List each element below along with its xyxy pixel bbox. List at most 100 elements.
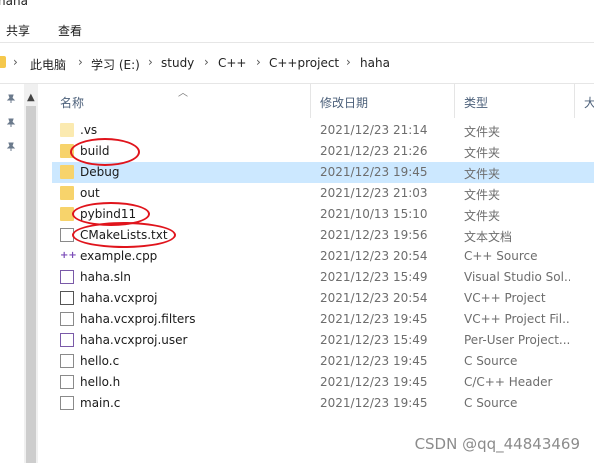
file-row[interactable]: Debug 2021/12/23 19:45 文件夹 bbox=[52, 162, 594, 183]
tab-view[interactable]: 查看 bbox=[58, 22, 82, 39]
solution-file-icon bbox=[60, 270, 74, 284]
column-type[interactable]: 类型 bbox=[464, 94, 488, 111]
file-row[interactable]: haha.vcxproj 2021/12/23 20:54 VC++ Proje… bbox=[52, 288, 594, 309]
file-name: hello.h bbox=[80, 375, 121, 389]
title-ribbon-area: haha 共享 查看 bbox=[0, 0, 594, 42]
crumb-haha[interactable]: haha bbox=[360, 56, 390, 70]
pin-icon[interactable] bbox=[6, 94, 16, 104]
nav-scrollbar[interactable]: ▲ bbox=[24, 84, 38, 463]
file-row[interactable]: main.c 2021/12/23 19:45 C Source bbox=[52, 393, 594, 414]
chevron-right-icon[interactable]: › bbox=[256, 55, 261, 69]
file-name: haha.vcxproj.user bbox=[80, 333, 188, 347]
column-divider[interactable] bbox=[310, 84, 311, 118]
folder-icon bbox=[60, 186, 74, 200]
file-type: VC++ Project Fil... bbox=[464, 312, 570, 326]
filters-file-icon bbox=[60, 312, 74, 326]
file-name: haha.sln bbox=[80, 270, 131, 284]
crumb-drive-e[interactable]: 学习 (E:) bbox=[91, 56, 140, 73]
breadcrumb[interactable]: › 此电脑 › 学习 (E:) › study › C++ › C++proje… bbox=[0, 52, 594, 76]
file-row[interactable]: ++ example.cpp 2021/12/23 20:54 C++ Sour… bbox=[52, 246, 594, 267]
chevron-right-icon[interactable]: › bbox=[204, 55, 209, 69]
file-row[interactable]: haha.sln 2021/12/23 15:49 Visual Studio … bbox=[52, 267, 594, 288]
file-type: 文件夹 bbox=[464, 188, 501, 202]
file-type: Visual Studio Sol... bbox=[464, 270, 570, 284]
crumb-study[interactable]: study bbox=[161, 56, 194, 70]
column-divider[interactable] bbox=[454, 84, 455, 118]
scroll-up-icon[interactable]: ▲ bbox=[27, 92, 35, 103]
file-name: hello.c bbox=[80, 354, 120, 368]
file-type: 文件夹 bbox=[464, 125, 501, 139]
file-date: 2021/12/23 15:49 bbox=[320, 333, 428, 347]
crumb-cpp[interactable]: C++ bbox=[218, 56, 247, 70]
file-name: build bbox=[80, 144, 110, 158]
column-size[interactable]: 大 bbox=[584, 94, 594, 111]
folder-icon bbox=[60, 207, 74, 221]
file-date: 2021/12/23 19:56 bbox=[320, 228, 428, 242]
file-type: C/C++ Header bbox=[464, 375, 553, 389]
chevron-right-icon[interactable]: › bbox=[78, 55, 83, 69]
pin-icon[interactable] bbox=[6, 142, 16, 152]
file-row[interactable]: out 2021/12/23 21:03 文件夹 bbox=[52, 183, 594, 204]
navigation-pane bbox=[0, 84, 24, 463]
scroll-thumb[interactable] bbox=[26, 106, 36, 463]
file-date: 2021/12/23 19:45 bbox=[320, 375, 428, 389]
file-name: example.cpp bbox=[80, 249, 158, 263]
c-file-icon bbox=[60, 396, 74, 410]
file-date: 2021/12/23 21:26 bbox=[320, 144, 428, 158]
column-divider[interactable] bbox=[574, 84, 575, 118]
file-name: Debug bbox=[80, 165, 120, 179]
file-date: 2021/12/23 19:45 bbox=[320, 165, 428, 179]
file-type: C++ Source bbox=[464, 249, 538, 263]
file-name: .vs bbox=[80, 123, 98, 137]
file-type: 文件夹 bbox=[464, 146, 501, 160]
file-row[interactable]: hello.h 2021/12/23 19:45 C/C++ Header bbox=[52, 372, 594, 393]
chevron-right-icon[interactable]: › bbox=[346, 55, 351, 69]
cpp-file-icon: ++ bbox=[60, 250, 77, 261]
file-date: 2021/12/23 15:49 bbox=[320, 270, 428, 284]
c-file-icon bbox=[60, 354, 74, 368]
file-name: haha.vcxproj bbox=[80, 291, 158, 305]
file-type: 文件夹 bbox=[464, 167, 501, 181]
file-row[interactable]: haha.vcxproj.user 2021/12/23 15:49 Per-U… bbox=[52, 330, 594, 351]
file-name: out bbox=[80, 186, 100, 200]
crumb-cppproject[interactable]: C++project bbox=[269, 56, 339, 70]
file-type: C Source bbox=[464, 396, 518, 410]
folder-icon bbox=[60, 144, 74, 158]
file-row[interactable]: pybind11 2021/10/13 15:10 文件夹 bbox=[52, 204, 594, 225]
folder-icon bbox=[0, 56, 6, 68]
pin-icon[interactable] bbox=[6, 118, 16, 128]
column-date-modified[interactable]: 修改日期 bbox=[320, 94, 368, 111]
file-row[interactable]: hello.c 2021/12/23 19:45 C Source bbox=[52, 351, 594, 372]
window-title: haha bbox=[0, 0, 28, 8]
file-name: haha.vcxproj.filters bbox=[80, 312, 196, 326]
column-name[interactable]: 名称 bbox=[60, 94, 84, 111]
file-row[interactable]: .vs 2021/12/23 21:14 文件夹 bbox=[52, 120, 594, 141]
chevron-right-icon[interactable]: › bbox=[148, 55, 153, 69]
file-date: 2021/12/23 19:45 bbox=[320, 312, 428, 326]
folder-light-icon bbox=[60, 123, 74, 137]
crumb-this-pc[interactable]: 此电脑 bbox=[30, 56, 66, 73]
file-type: C Source bbox=[464, 354, 518, 368]
file-row[interactable]: CMakeLists.txt 2021/12/23 19:56 文本文档 bbox=[52, 225, 594, 246]
file-date: 2021/10/13 15:10 bbox=[320, 207, 428, 221]
address-bar[interactable]: › 此电脑 › 学习 (E:) › study › C++ › C++proje… bbox=[0, 42, 594, 84]
file-date: 2021/12/23 20:54 bbox=[320, 291, 428, 305]
sort-ascending-icon: ︿ bbox=[178, 88, 188, 99]
file-date: 2021/12/23 20:54 bbox=[320, 249, 428, 263]
tab-share[interactable]: 共享 bbox=[6, 22, 30, 39]
file-row[interactable]: haha.vcxproj.filters 2021/12/23 19:45 VC… bbox=[52, 309, 594, 330]
column-header: ︿ 名称 修改日期 类型 大 bbox=[38, 84, 594, 118]
text-document-icon bbox=[60, 228, 74, 242]
folder-icon bbox=[60, 165, 74, 179]
chevron-right-icon[interactable]: › bbox=[13, 55, 18, 69]
file-type: 文本文档 bbox=[464, 230, 513, 244]
file-date: 2021/12/23 21:03 bbox=[320, 186, 428, 200]
file-date: 2021/12/23 19:45 bbox=[320, 396, 428, 410]
file-type: 文件夹 bbox=[464, 209, 501, 223]
file-type: Per-User Project... bbox=[464, 333, 570, 347]
file-date: 2021/12/23 19:45 bbox=[320, 354, 428, 368]
file-row[interactable]: build 2021/12/23 21:26 文件夹 bbox=[52, 141, 594, 162]
file-date: 2021/12/23 21:14 bbox=[320, 123, 428, 137]
file-name: CMakeLists.txt bbox=[80, 228, 168, 242]
watermark: CSDN @qq_44843469 bbox=[414, 435, 580, 453]
